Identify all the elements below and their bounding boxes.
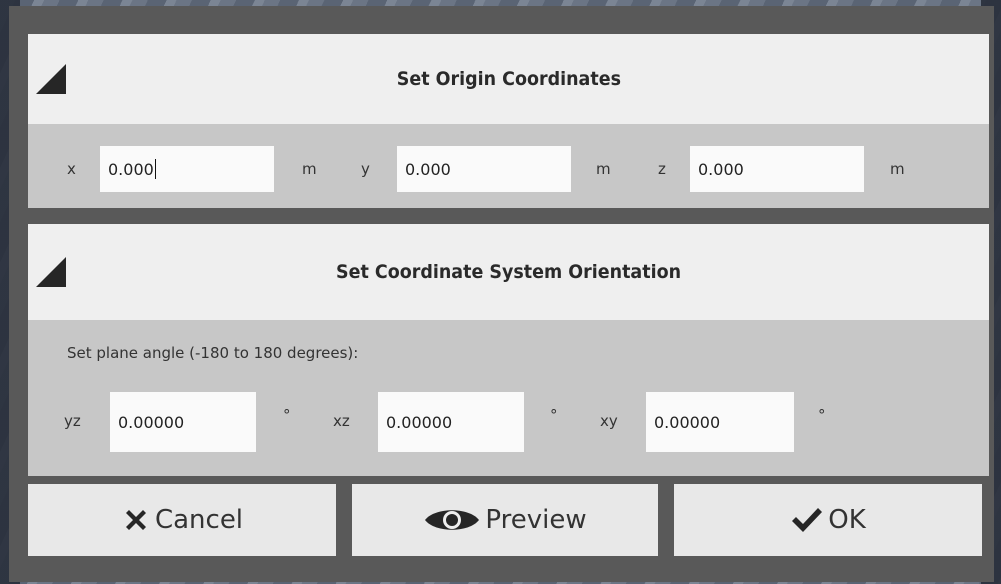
- plane-angle-instruction: Set plane angle (-180 to 180 degrees):: [67, 344, 359, 362]
- yz-unit: °: [283, 406, 291, 424]
- orientation-section-title: Set Coordinate System Orientation: [335, 261, 682, 283]
- x-icon: [125, 510, 146, 530]
- x-coordinate-input[interactable]: 0.000: [100, 146, 274, 192]
- checkmark-icon: [792, 508, 823, 532]
- origin-section-title: Set Origin Coordinates: [396, 68, 621, 90]
- xy-angle-input[interactable]: 0.00000: [646, 392, 794, 452]
- preview-button-label: Preview: [485, 505, 587, 535]
- orientation-section-body: Set plane angle (-180 to 180 degrees): y…: [28, 320, 989, 476]
- yz-angle-input[interactable]: 0.00000: [110, 392, 256, 452]
- x-unit: m: [302, 160, 317, 178]
- preview-button[interactable]: Preview: [352, 484, 658, 556]
- z-unit: m: [890, 160, 905, 178]
- xy-label: xy: [600, 412, 618, 430]
- z-coordinate-input[interactable]: 0.000: [690, 146, 864, 192]
- cancel-button[interactable]: Cancel: [28, 484, 336, 556]
- ok-button-label: OK: [828, 505, 866, 535]
- eye-icon: [425, 510, 480, 530]
- xz-unit: °: [550, 406, 558, 424]
- x-label: x: [67, 160, 76, 178]
- y-coordinate-input[interactable]: 0.000: [397, 146, 571, 192]
- origin-section-header[interactable]: Set Origin Coordinates: [28, 34, 989, 124]
- origin-section-body: x 0.000 m y 0.000 m z 0.000 m: [28, 124, 989, 208]
- orientation-section-header[interactable]: Set Coordinate System Orientation: [28, 224, 989, 320]
- xz-angle-input[interactable]: 0.00000: [378, 392, 524, 452]
- xz-label: xz: [333, 412, 350, 430]
- collapse-triangle-icon[interactable]: [36, 257, 66, 287]
- y-label: y: [361, 160, 370, 178]
- coordinate-system-dialog: Set Origin Coordinates x 0.000 m y 0.000…: [9, 6, 994, 582]
- ok-button[interactable]: OK: [674, 484, 982, 556]
- y-unit: m: [596, 160, 611, 178]
- xy-unit: °: [818, 406, 826, 424]
- z-label: z: [658, 160, 666, 178]
- cancel-button-label: Cancel: [154, 505, 244, 535]
- collapse-triangle-icon[interactable]: [36, 64, 66, 94]
- yz-label: yz: [64, 412, 81, 430]
